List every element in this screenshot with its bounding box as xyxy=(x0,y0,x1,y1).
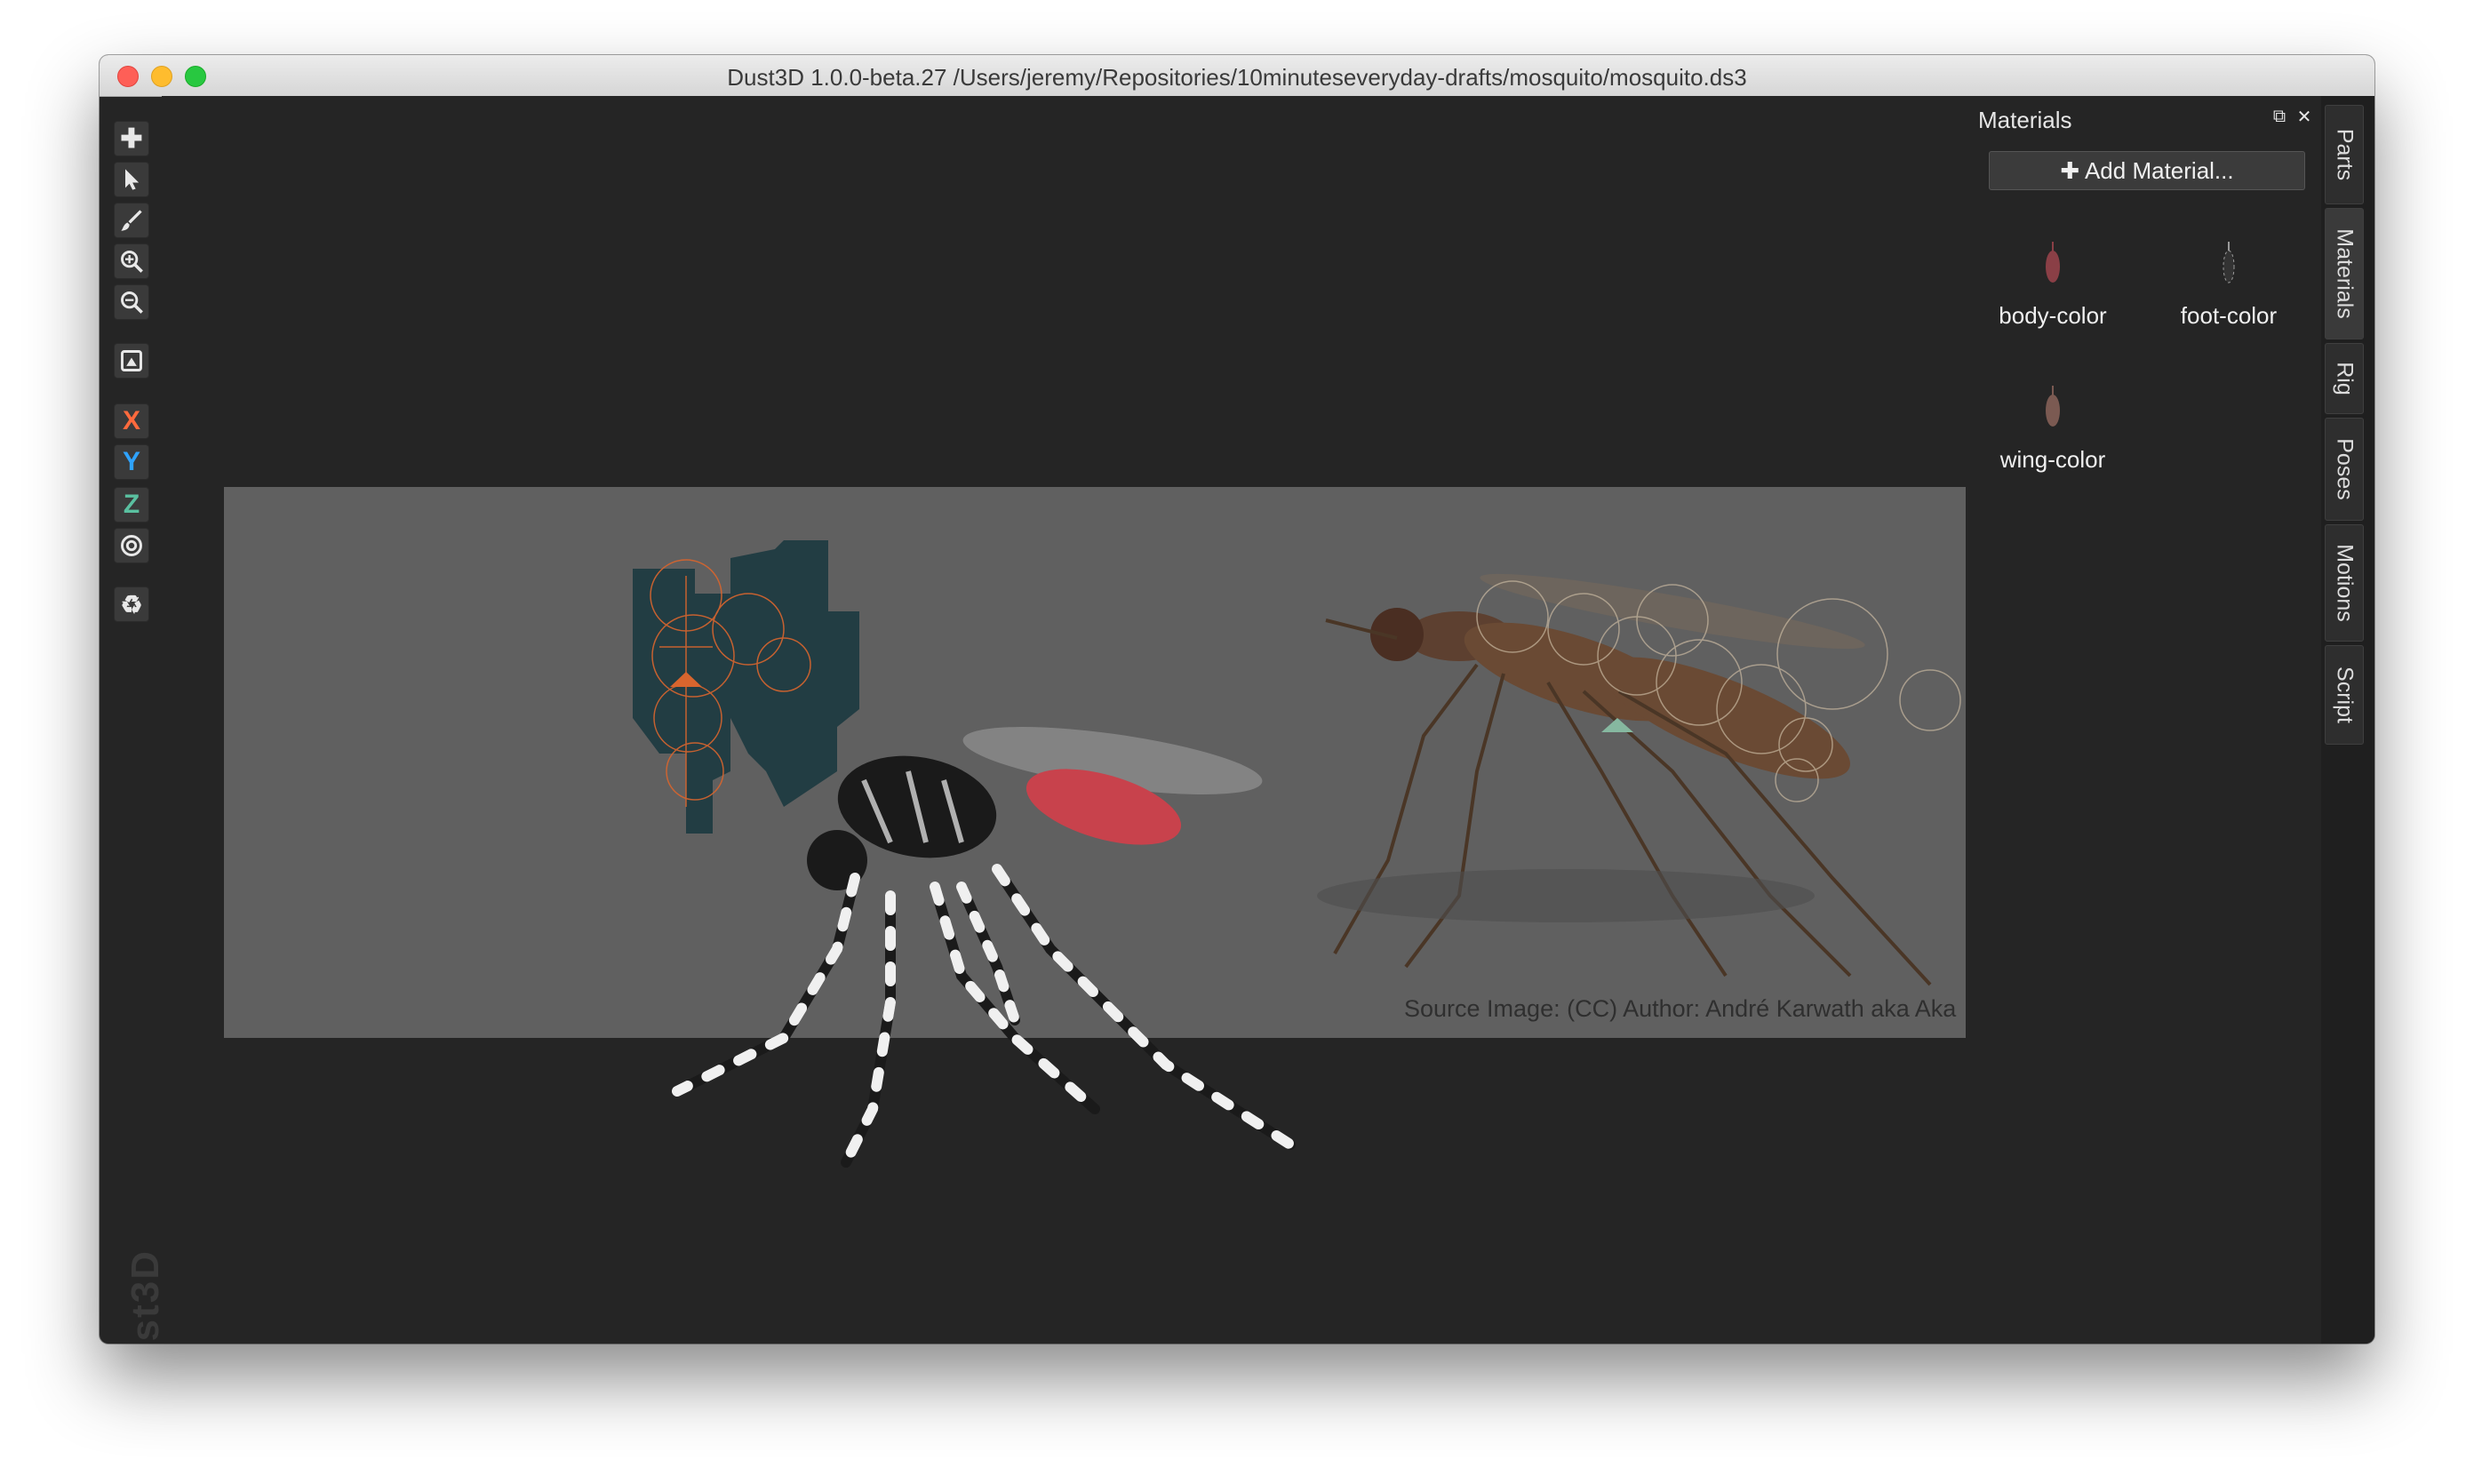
material-label: body-color xyxy=(1999,302,2107,329)
mosquito-model[interactable] xyxy=(672,714,1296,1168)
window-title: Dust3D 1.0.0-beta.27 /Users/jeremy/Repos… xyxy=(727,64,1747,91)
z-axis-toggle[interactable]: Z xyxy=(114,487,149,523)
add-node-button[interactable]: ✚ xyxy=(114,121,149,156)
front-profile xyxy=(633,540,859,834)
model-canvas[interactable]: Source Image: (CC) Author: André Karwath… xyxy=(162,96,2055,1344)
tab-motions[interactable]: Motions xyxy=(2325,524,2364,642)
material-preview xyxy=(2046,242,2060,283)
origin-marker xyxy=(1601,718,1633,732)
cursor-icon xyxy=(125,169,140,190)
material-item[interactable]: body-color xyxy=(1973,236,2133,330)
scene-view[interactable] xyxy=(162,96,2055,1344)
zoom-out-button[interactable] xyxy=(114,284,149,320)
radius-icon xyxy=(121,535,142,556)
close-icon: ✕ xyxy=(2296,107,2312,127)
material-item[interactable]: foot-color xyxy=(2149,236,2309,330)
dust3d-watermark: Dust3D xyxy=(124,1249,167,1344)
add-material-label: Add Material... xyxy=(2084,157,2234,184)
paint-button[interactable] xyxy=(114,203,149,238)
materials-panel: Materials ⧉ ✕ ✚ Add Material... body-col… xyxy=(1966,96,2321,1344)
select-button[interactable] xyxy=(114,162,149,197)
material-item[interactable]: wing-color xyxy=(1973,380,2133,474)
plus-icon: ✚ xyxy=(120,124,143,154)
tab-rig[interactable]: Rig xyxy=(2325,343,2364,414)
material-label: wing-color xyxy=(1999,446,2106,473)
tab-parts[interactable]: Parts xyxy=(2325,105,2364,204)
material-preview xyxy=(2046,386,2060,427)
tab-poses[interactable]: Poses xyxy=(2325,418,2364,521)
y-axis-toggle[interactable]: Y xyxy=(114,444,149,480)
panel-title: Materials xyxy=(1978,107,2072,133)
plus-icon: ✚ xyxy=(2060,157,2085,184)
regenerate-button[interactable]: ♻ xyxy=(114,586,149,622)
reference-mosquito xyxy=(1317,573,1932,986)
material-label: foot-color xyxy=(2180,302,2278,329)
x-axis-toggle[interactable]: X xyxy=(114,403,149,439)
side-tab-bar: Parts Materials Rig Poses Motions Script xyxy=(2321,96,2374,1344)
tab-materials[interactable]: Materials xyxy=(2325,208,2364,339)
float-panel-button[interactable]: ⧉ xyxy=(2270,107,2289,126)
close-panel-button[interactable]: ✕ xyxy=(2294,107,2314,127)
zoom-in-icon xyxy=(121,251,143,273)
add-material-button[interactable]: ✚ Add Material... xyxy=(1989,151,2305,190)
recycle-icon: ♻ xyxy=(120,590,143,618)
radius-button[interactable] xyxy=(114,528,149,563)
brush-icon xyxy=(121,210,142,231)
tool-bar: ✚ X Y Z ♻ Dust3D xyxy=(108,110,167,1344)
zoom-out-icon xyxy=(121,291,143,314)
app-window: Dust3D 1.0.0-beta.27 /Users/jeremy/Repos… xyxy=(100,55,2374,1344)
frame-icon xyxy=(121,350,142,371)
reset-view-button[interactable] xyxy=(114,343,149,379)
material-preview xyxy=(2223,242,2235,283)
title-bar: Dust3D 1.0.0-beta.27 /Users/jeremy/Repos… xyxy=(100,55,2374,97)
float-icon: ⧉ xyxy=(2272,106,2286,126)
zoom-in-button[interactable] xyxy=(114,243,149,279)
tab-script[interactable]: Script xyxy=(2325,645,2364,745)
